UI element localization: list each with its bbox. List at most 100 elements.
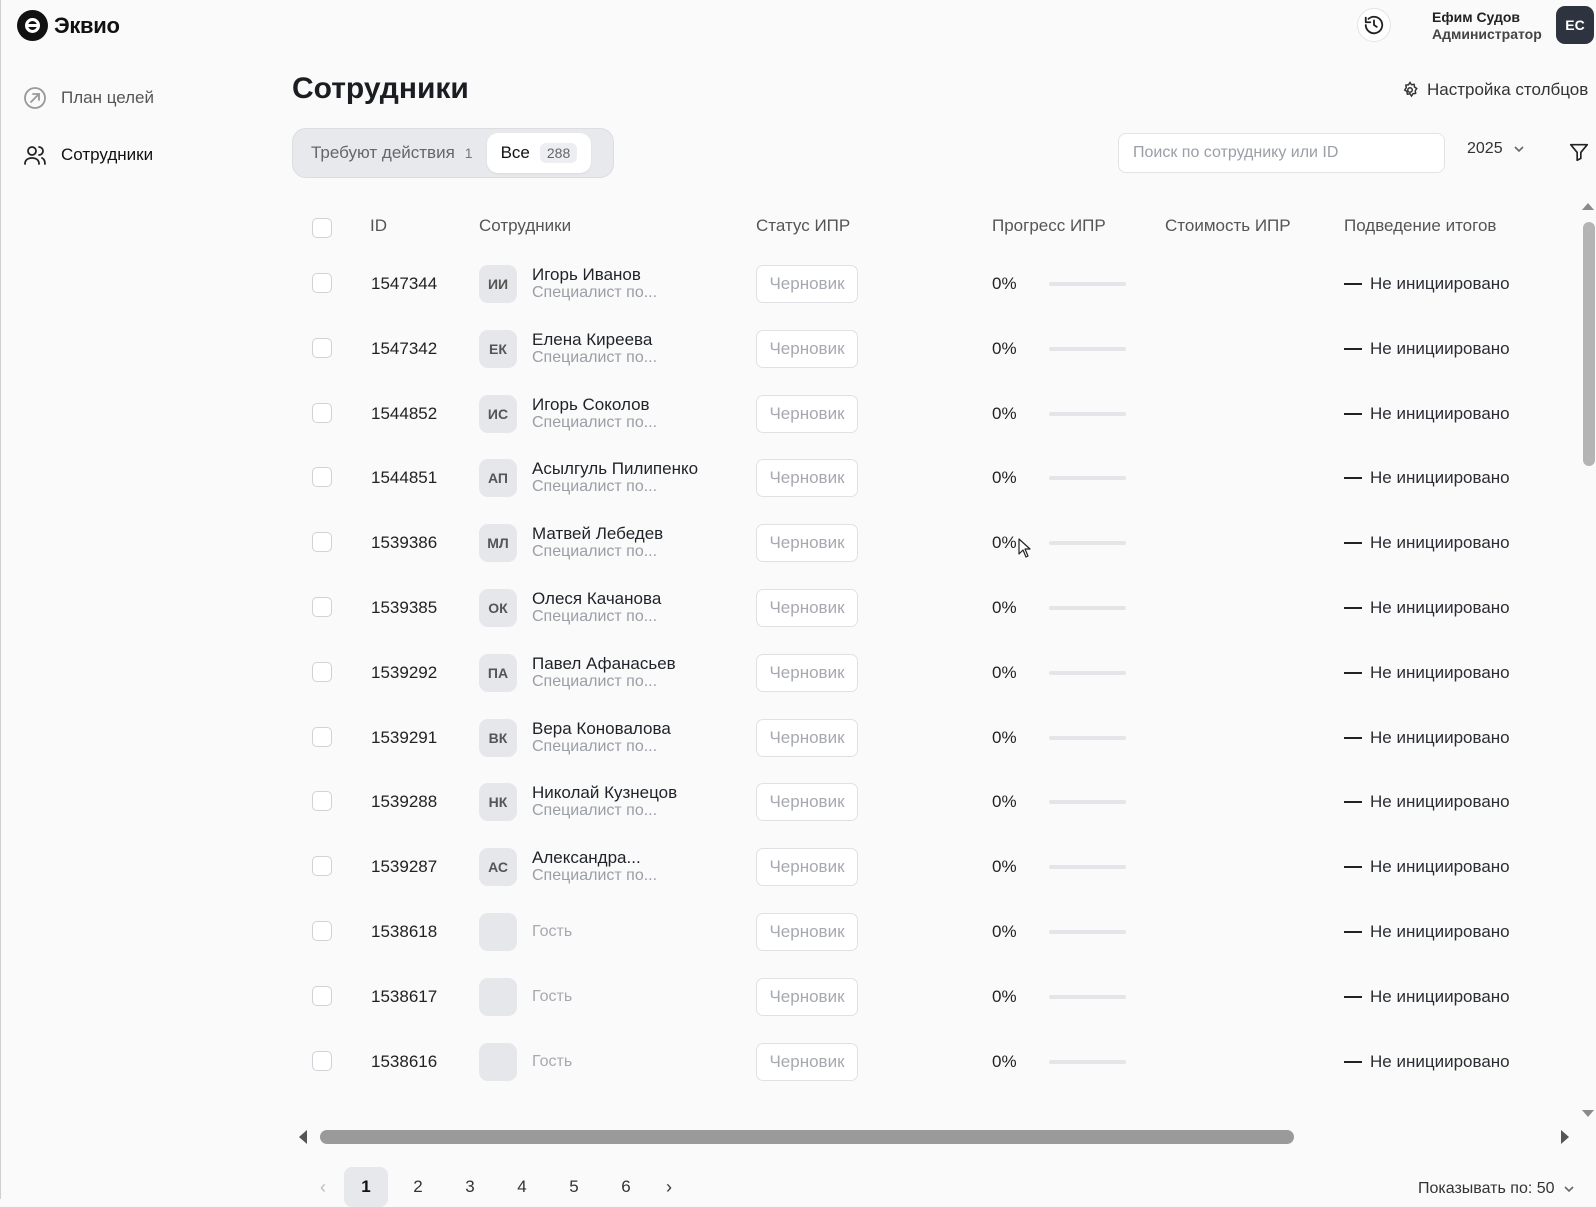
row-checkbox[interactable] [312,337,332,358]
employee-guest-label: Гость [532,1052,573,1070]
employee-name[interactable]: Асылгуль Пилипенко [532,459,698,479]
table-row[interactable]: 1539386 МЛ Матвей Лебедев Специалист по.… [292,510,1577,576]
employee-avatar: ПА [479,653,517,692]
row-checkbox[interactable] [312,791,332,812]
employee-name[interactable]: Павел Афанасьев [532,654,676,674]
progress-value: 0% [992,662,1017,682]
scroll-right-arrow[interactable] [1561,1130,1569,1144]
clock-history-icon [1364,15,1384,35]
row-checkbox[interactable] [312,402,332,423]
employee-name[interactable]: Игорь Иванов [532,265,641,285]
table-row[interactable]: 1544851 АП Асылгуль Пилипенко Специалист… [292,445,1577,511]
dash-icon [1344,283,1362,285]
results-status-label: Не инициировано [1370,727,1510,747]
results-status: Не инициировано [1344,251,1510,317]
table-row[interactable]: 1538617 Гость Черновик 0% Не инициирован… [292,964,1577,1030]
row-checkbox[interactable] [312,726,332,747]
columns-settings-button[interactable]: Настройка столбцов [1401,80,1588,100]
results-status-label: Не инициировано [1370,468,1510,488]
user-name: Ефим Судов [1432,9,1521,25]
table-row[interactable]: 1538618 Гость Черновик 0% Не инициирован… [292,899,1577,965]
employee-guest-label: Гость [532,923,573,940]
page-title: Сотрудники [292,72,469,105]
table-row[interactable]: 1539291 ВК Вера Коновалова Специалист по… [292,705,1577,771]
table-row[interactable]: 1539287 АС Александра... Специалист по..… [292,834,1577,900]
employee-position: Специалист по... [532,284,658,301]
results-status-label: Не инициировано [1370,792,1510,812]
employee-name[interactable]: Игорь Соколов [532,395,650,415]
results-status-label: Не инициировано [1370,1051,1510,1071]
employee-name[interactable]: Елена Киреева [532,330,652,350]
table-row[interactable]: 1539385 ОК Олеся Качанова Специалист по.… [292,575,1577,641]
employee-id: 1539288 [371,792,438,812]
dash-icon [1344,542,1362,545]
logo[interactable]: Эквио [17,10,120,41]
filter-button[interactable] [1568,141,1590,163]
column-header-id[interactable]: ID [370,216,387,236]
row-checkbox[interactable] [312,661,332,682]
sidebar-item-goals-plan[interactable]: План целей [23,86,154,110]
row-checkbox[interactable] [312,273,332,293]
employee-name[interactable]: Александра... [532,848,641,868]
scroll-left-arrow[interactable] [299,1130,307,1144]
table-row[interactable]: 1539292 ПА Павел Афанасьев Специалист по… [292,640,1577,706]
scroll-down-arrow[interactable] [1582,1110,1594,1117]
column-header-results[interactable]: Подведение итогов [1344,216,1496,236]
results-status-label: Не инициировано [1370,274,1510,293]
page-button-4[interactable]: 4 [500,1167,544,1207]
employee-name[interactable]: Олеся Качанова [532,589,661,609]
page-button-2[interactable]: 2 [396,1167,440,1207]
employee-avatar: НК [479,783,517,822]
column-header-status[interactable]: Статус ИПР [756,216,850,236]
row-checkbox[interactable] [312,921,332,941]
employee-id: 1547344 [371,274,438,293]
page-button-5[interactable]: 5 [552,1167,596,1207]
progress-value: 0% [992,922,1017,941]
row-checkbox[interactable] [312,597,332,617]
row-checkbox[interactable] [312,1050,332,1071]
row-checkbox[interactable] [312,532,332,553]
per-page-select[interactable]: Показывать по: 50 [1418,1180,1575,1198]
employees-table: ID Сотрудники Статус ИПР Прогресс ИПР Ст… [292,196,1577,1102]
users-icon [23,143,47,167]
tab-label: Требуют действия [311,143,455,162]
row-checkbox[interactable] [312,985,332,1006]
employee-avatar-placeholder [479,913,517,951]
scroll-up-arrow[interactable] [1582,203,1594,210]
column-header-cost[interactable]: Стоимость ИПР [1165,216,1291,236]
page-button-3[interactable]: 3 [448,1167,492,1207]
employee-avatar: ВК [479,718,517,757]
chevron-down-icon [1514,146,1524,153]
user-info[interactable]: Ефим Судов Администратор [1432,9,1542,43]
employee-name[interactable]: Вера Коновалова [532,719,671,739]
select-all-checkbox[interactable] [312,218,332,238]
history-button[interactable] [1357,8,1391,42]
gear-icon [1403,81,1418,98]
progress-bar [1049,865,1126,870]
column-header-employees[interactable]: Сотрудники [479,216,571,236]
table-row[interactable]: 1544852 ИС Игорь Соколов Специалист по..… [292,381,1577,447]
tab-all[interactable]: Все 288 [486,133,592,173]
page-button-1[interactable]: 1 [344,1167,388,1207]
search-input[interactable] [1118,133,1445,173]
horizontal-scrollbar-thumb[interactable] [320,1130,1294,1144]
sidebar-item-employees[interactable]: Сотрудники [23,143,153,167]
user-avatar[interactable]: ЕС [1556,6,1594,44]
employee-id: 1539386 [371,533,438,553]
logo-icon [17,10,48,41]
row-checkbox[interactable] [312,467,332,488]
employee-name[interactable]: Николай Кузнецов [532,783,677,803]
page-button-6[interactable]: 6 [604,1167,648,1207]
table-row[interactable]: 1539288 НК Николай Кузнецов Специалист п… [292,769,1577,835]
row-checkbox[interactable] [312,856,332,877]
table-row[interactable]: 1547342 ЕК Елена Киреева Специалист по..… [292,316,1577,382]
employee-id: 1538616 [371,1051,438,1071]
year-select[interactable]: 2025 [1467,140,1525,158]
table-row[interactable]: 1547344 ИИ Игорь Иванов Специалист по...… [292,251,1577,317]
column-header-progress[interactable]: Прогресс ИПР [992,216,1106,236]
vertical-scrollbar-thumb[interactable] [1583,222,1595,466]
table-row[interactable]: 1538616 Гость Черновик 0% Не инициирован… [292,1029,1577,1095]
employee-name[interactable]: Матвей Лебедев [532,524,663,544]
dash-icon [1344,477,1362,480]
tab-needs-action[interactable]: Требуют действия 1 [297,133,487,173]
